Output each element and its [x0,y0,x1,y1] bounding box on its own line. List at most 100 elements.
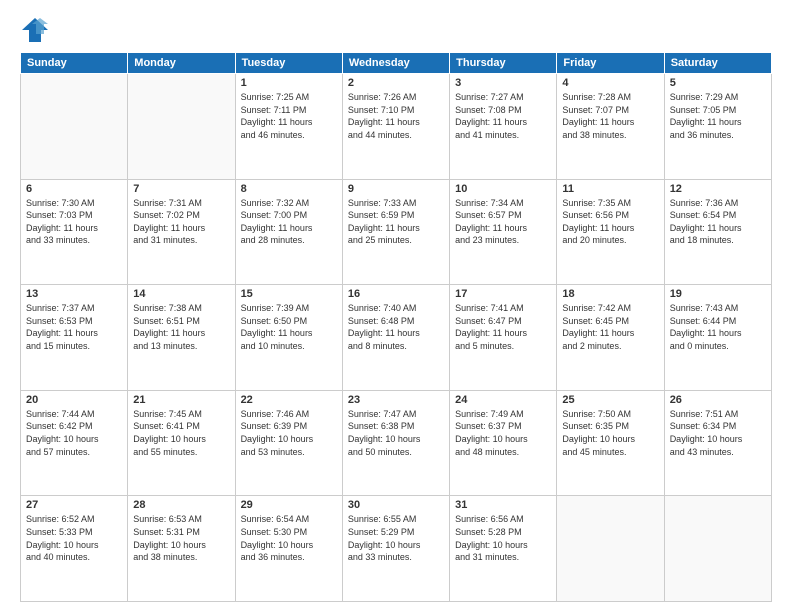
day-number: 21 [133,394,229,406]
day-info: Sunrise: 7:50 AM Sunset: 6:35 PM Dayligh… [562,408,658,458]
day-info: Sunrise: 7:40 AM Sunset: 6:48 PM Dayligh… [348,302,444,352]
day-number: 6 [26,183,122,195]
day-cell: 2 Sunrise: 7:26 AM Sunset: 7:10 PM Daylig… [342,74,449,180]
day-number: 9 [348,183,444,195]
day-number: 12 [670,183,766,195]
weekday-header-tuesday: Tuesday [235,53,342,74]
week-row-2: 13 Sunrise: 7:37 AM Sunset: 6:53 PM Dayli… [21,285,772,391]
day-number: 8 [241,183,337,195]
day-cell: 20 Sunrise: 7:44 AM Sunset: 6:42 PM Dayli… [21,390,128,496]
day-number: 30 [348,499,444,511]
day-info: Sunrise: 7:30 AM Sunset: 7:03 PM Dayligh… [26,197,122,247]
day-cell: 23Sunrise: 7:47 AM Sunset: 6:38 PM Dayli… [342,390,449,496]
day-info: Sunrise: 7:38 AM Sunset: 6:51 PM Dayligh… [133,302,229,352]
day-number: 2 [348,77,444,89]
logo-icon [20,16,50,44]
week-row-4: 27 Sunrise: 6:52 AM Sunset: 5:33 PM Dayli… [21,496,772,602]
day-number: 4 [562,77,658,89]
day-cell: 13 Sunrise: 7:37 AM Sunset: 6:53 PM Dayli… [21,285,128,391]
day-number: 24 [455,394,551,406]
day-info: Sunrise: 7:26 AM Sunset: 7:10 PM Dayligh… [348,91,444,141]
day-cell: 24Sunrise: 7:49 AM Sunset: 6:37 PM Dayli… [450,390,557,496]
page: SundayMondayTuesdayWednesdayThursdayFrid… [0,0,792,612]
day-cell: 5 Sunrise: 7:29 AM Sunset: 7:05 PM Daylig… [664,74,771,180]
day-cell: 11 Sunrise: 7:35 AM Sunset: 6:56 PM Dayli… [557,179,664,285]
day-info: Sunrise: 7:37 AM Sunset: 6:53 PM Dayligh… [26,302,122,352]
day-number: 29 [241,499,337,511]
day-number: 3 [455,77,551,89]
header [20,16,772,44]
day-number: 18 [562,288,658,300]
day-info: Sunrise: 7:28 AM Sunset: 7:07 PM Dayligh… [562,91,658,141]
day-cell: 19Sunrise: 7:43 AM Sunset: 6:44 PM Dayli… [664,285,771,391]
weekday-header-wednesday: Wednesday [342,53,449,74]
week-row-1: 6 Sunrise: 7:30 AM Sunset: 7:03 PM Daylig… [21,179,772,285]
day-info: Sunrise: 7:41 AM Sunset: 6:47 PM Dayligh… [455,302,551,352]
day-info: Sunrise: 7:33 AM Sunset: 6:59 PM Dayligh… [348,197,444,247]
day-number: 11 [562,183,658,195]
day-cell: 12 Sunrise: 7:36 AM Sunset: 6:54 PM Dayli… [664,179,771,285]
day-info: Sunrise: 7:46 AM Sunset: 6:39 PM Dayligh… [241,408,337,458]
day-cell: 18Sunrise: 7:42 AM Sunset: 6:45 PM Dayli… [557,285,664,391]
day-cell: 21 Sunrise: 7:45 AM Sunset: 6:41 PM Dayli… [128,390,235,496]
weekday-header-friday: Friday [557,53,664,74]
day-number: 26 [670,394,766,406]
weekday-header-saturday: Saturday [664,53,771,74]
day-cell: 8 Sunrise: 7:32 AM Sunset: 7:00 PM Daylig… [235,179,342,285]
day-number: 7 [133,183,229,195]
day-cell: 26 Sunrise: 7:51 AM Sunset: 6:34 PM Dayli… [664,390,771,496]
day-info: Sunrise: 7:29 AM Sunset: 7:05 PM Dayligh… [670,91,766,141]
day-info: Sunrise: 6:52 AM Sunset: 5:33 PM Dayligh… [26,513,122,563]
day-number: 28 [133,499,229,511]
day-cell: 17 Sunrise: 7:41 AM Sunset: 6:47 PM Dayli… [450,285,557,391]
calendar-table: SundayMondayTuesdayWednesdayThursdayFrid… [20,52,772,602]
day-number: 15 [241,288,337,300]
day-number: 25 [562,394,658,406]
day-info: Sunrise: 7:39 AM Sunset: 6:50 PM Dayligh… [241,302,337,352]
weekday-header-sunday: Sunday [21,53,128,74]
logo [20,16,54,44]
day-info: Sunrise: 6:55 AM Sunset: 5:29 PM Dayligh… [348,513,444,563]
day-number: 31 [455,499,551,511]
day-number: 13 [26,288,122,300]
day-number: 27 [26,499,122,511]
weekday-header-thursday: Thursday [450,53,557,74]
day-cell: 10 Sunrise: 7:34 AM Sunset: 6:57 PM Dayli… [450,179,557,285]
calendar-body: 1 Sunrise: 7:25 AM Sunset: 7:11 PM Daylig… [21,74,772,602]
day-cell: 29 Sunrise: 6:54 AM Sunset: 5:30 PM Dayli… [235,496,342,602]
day-cell: 30 Sunrise: 6:55 AM Sunset: 5:29 PM Dayli… [342,496,449,602]
day-info: Sunrise: 6:53 AM Sunset: 5:31 PM Dayligh… [133,513,229,563]
day-info: Sunrise: 7:25 AM Sunset: 7:11 PM Dayligh… [241,91,337,141]
day-number: 17 [455,288,551,300]
week-row-3: 20 Sunrise: 7:44 AM Sunset: 6:42 PM Dayli… [21,390,772,496]
day-cell: 16 Sunrise: 7:40 AM Sunset: 6:48 PM Dayli… [342,285,449,391]
day-cell: 9 Sunrise: 7:33 AM Sunset: 6:59 PM Daylig… [342,179,449,285]
day-cell [664,496,771,602]
day-cell: 31Sunrise: 6:56 AM Sunset: 5:28 PM Dayli… [450,496,557,602]
day-number: 5 [670,77,766,89]
day-info: Sunrise: 7:51 AM Sunset: 6:34 PM Dayligh… [670,408,766,458]
day-cell: 1 Sunrise: 7:25 AM Sunset: 7:11 PM Daylig… [235,74,342,180]
day-cell: 25 Sunrise: 7:50 AM Sunset: 6:35 PM Dayli… [557,390,664,496]
day-number: 10 [455,183,551,195]
day-cell: 14Sunrise: 7:38 AM Sunset: 6:51 PM Dayli… [128,285,235,391]
weekday-row: SundayMondayTuesdayWednesdayThursdayFrid… [21,53,772,74]
day-info: Sunrise: 7:47 AM Sunset: 6:38 PM Dayligh… [348,408,444,458]
day-cell: 7 Sunrise: 7:31 AM Sunset: 7:02 PM Daylig… [128,179,235,285]
day-info: Sunrise: 6:54 AM Sunset: 5:30 PM Dayligh… [241,513,337,563]
day-number: 20 [26,394,122,406]
day-info: Sunrise: 7:27 AM Sunset: 7:08 PM Dayligh… [455,91,551,141]
day-info: Sunrise: 7:36 AM Sunset: 6:54 PM Dayligh… [670,197,766,247]
day-info: Sunrise: 7:45 AM Sunset: 6:41 PM Dayligh… [133,408,229,458]
day-cell [128,74,235,180]
day-cell: 22Sunrise: 7:46 AM Sunset: 6:39 PM Dayli… [235,390,342,496]
day-info: Sunrise: 7:44 AM Sunset: 6:42 PM Dayligh… [26,408,122,458]
day-number: 16 [348,288,444,300]
day-cell: 15 Sunrise: 7:39 AM Sunset: 6:50 PM Dayli… [235,285,342,391]
day-cell: 28 Sunrise: 6:53 AM Sunset: 5:31 PM Dayli… [128,496,235,602]
day-info: Sunrise: 7:31 AM Sunset: 7:02 PM Dayligh… [133,197,229,247]
day-info: Sunrise: 7:35 AM Sunset: 6:56 PM Dayligh… [562,197,658,247]
day-info: Sunrise: 7:32 AM Sunset: 7:00 PM Dayligh… [241,197,337,247]
day-info: Sunrise: 7:34 AM Sunset: 6:57 PM Dayligh… [455,197,551,247]
day-number: 1 [241,77,337,89]
